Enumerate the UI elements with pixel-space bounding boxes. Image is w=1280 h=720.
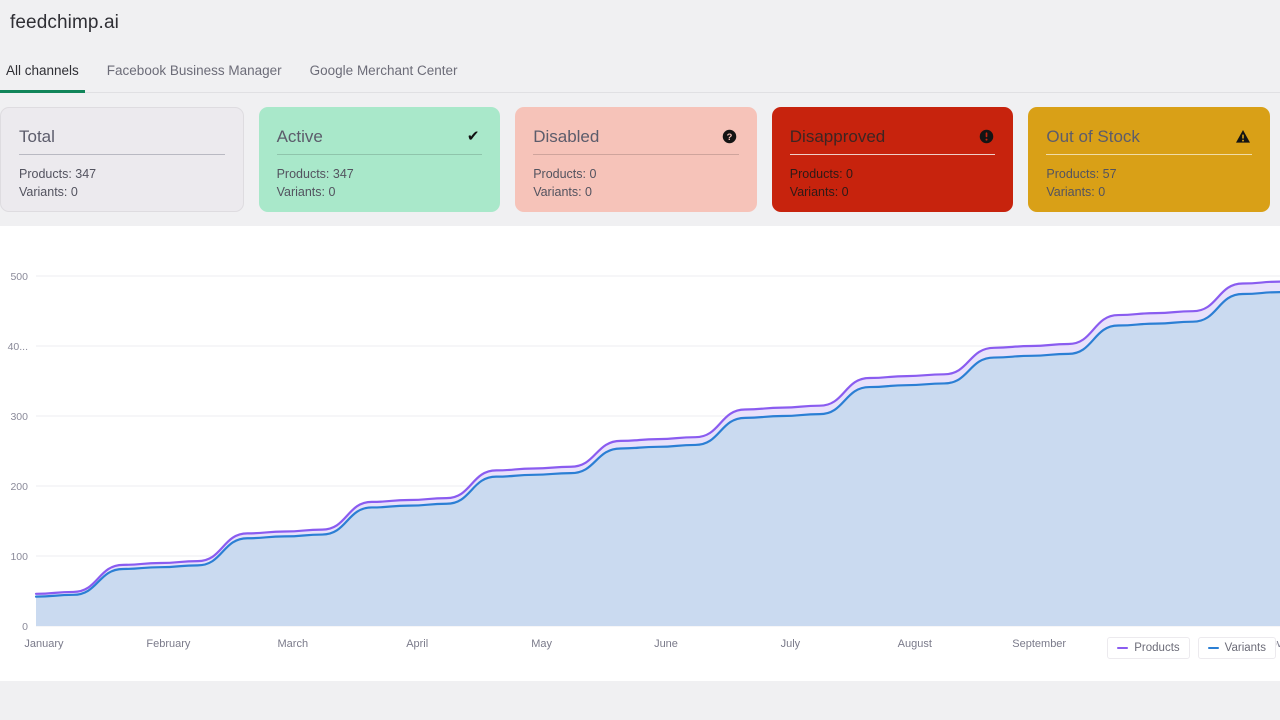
footer-spacer [0, 681, 1280, 711]
status-card-out-of-stock[interactable]: Out of Stock Products: 57 Variants: 0 [1028, 107, 1270, 212]
products-variants-chart: 500 40... 300 200 100 0 January February March Ap… [0, 226, 1280, 681]
status-card-out-of-stock-divider [1046, 154, 1252, 155]
channel-tabs: All channels Facebook Business Manager G… [0, 45, 1280, 93]
tab-google-merchant-center-label: Google Merchant Center [310, 63, 458, 78]
help-circle-icon[interactable]: ? [721, 127, 739, 145]
status-card-disapproved-products: Products: 0 [790, 165, 996, 183]
status-card-out-of-stock-title: Out of Stock [1046, 128, 1140, 145]
y-axis-tick-label: 40... [8, 341, 28, 353]
legend-item-variants[interactable]: Variants [1198, 637, 1276, 659]
x-axis-tick-label: May [531, 638, 552, 650]
x-axis-tick-label: January [24, 638, 64, 650]
status-card-disapproved-head: Disapproved [790, 127, 996, 155]
status-card-disabled-head: Disabled ? [533, 127, 739, 155]
status-card-disapproved[interactable]: Disapproved Products: 0 Variants: 0 [772, 107, 1014, 212]
status-card-out-of-stock-variants: Variants: 0 [1046, 183, 1252, 201]
legend-label-variants: Variants [1225, 642, 1266, 654]
status-card-active-divider [277, 154, 483, 155]
x-axis-tick-label: July [781, 638, 801, 650]
tab-all-channels[interactable]: All channels [0, 63, 93, 92]
tab-facebook-business-manager[interactable]: Facebook Business Manager [93, 63, 296, 92]
status-card-total-products: Products: 347 [19, 165, 225, 183]
legend-label-products: Products [1134, 642, 1179, 654]
svg-text:?: ? [727, 131, 733, 141]
legend-item-products[interactable]: Products [1107, 637, 1189, 659]
status-card-total-head: Total [19, 128, 225, 155]
status-card-active-head: Active ✔ [277, 127, 483, 155]
y-axis-tick-label: 0 [22, 621, 28, 633]
tab-all-channels-label: All channels [6, 63, 79, 78]
x-axis-tick-label: June [654, 638, 678, 650]
legend-swatch-products [1117, 647, 1128, 649]
status-card-active-products: Products: 347 [277, 165, 483, 183]
x-axis-tick-label: March [278, 638, 309, 650]
app-header: feedchimp.ai [0, 0, 1280, 45]
status-card-active-variants: Variants: 0 [277, 183, 483, 201]
status-card-disabled-divider [533, 154, 739, 155]
tab-google-merchant-center[interactable]: Google Merchant Center [296, 63, 472, 92]
status-cards: Total Products: 347 Variants: 0 Active ✔… [0, 93, 1280, 226]
warning-triangle-icon[interactable] [1234, 127, 1252, 145]
status-card-total-divider [19, 154, 225, 155]
status-card-disabled-title: Disabled [533, 128, 599, 145]
status-card-total-variants: Variants: 0 [19, 183, 225, 201]
status-card-disapproved-variants: Variants: 0 [790, 183, 996, 201]
status-card-disabled-variants: Variants: 0 [533, 183, 739, 201]
x-axis-tick-label: September [1012, 638, 1066, 650]
status-card-disabled[interactable]: Disabled ? Products: 0 Variants: 0 [515, 107, 757, 212]
legend-swatch-variants [1208, 647, 1219, 649]
status-card-total[interactable]: Total Products: 347 Variants: 0 [0, 107, 244, 212]
status-card-out-of-stock-head: Out of Stock [1046, 127, 1252, 155]
tab-facebook-business-manager-label: Facebook Business Manager [107, 63, 282, 78]
x-axis-tick-label: April [406, 638, 428, 650]
x-axis-tick-label: February [146, 638, 191, 650]
status-card-active-title: Active [277, 128, 323, 145]
y-axis-tick-label: 500 [10, 271, 28, 283]
y-axis-tick-label: 300 [10, 411, 28, 423]
x-axis-tick-label: August [898, 638, 932, 650]
y-axis-tick-label: 200 [10, 481, 28, 493]
check-icon: ✔ [464, 127, 482, 145]
status-card-active[interactable]: Active ✔ Products: 347 Variants: 0 [259, 107, 501, 212]
status-card-disabled-products: Products: 0 [533, 165, 739, 183]
chart-canvas: 500 40... 300 200 100 0 January February March Ap… [0, 226, 1280, 681]
alert-circle-icon[interactable] [977, 127, 995, 145]
status-card-disapproved-title: Disapproved [790, 128, 885, 145]
y-axis-tick-label: 100 [10, 551, 28, 563]
status-card-total-title: Total [19, 128, 55, 145]
chart-area-variants [36, 292, 1280, 626]
chart-legend: Products Variants [1107, 637, 1276, 659]
status-card-disapproved-divider [790, 154, 996, 155]
status-card-out-of-stock-products: Products: 57 [1046, 165, 1252, 183]
app-brand-title: feedchimp.ai [10, 12, 119, 34]
